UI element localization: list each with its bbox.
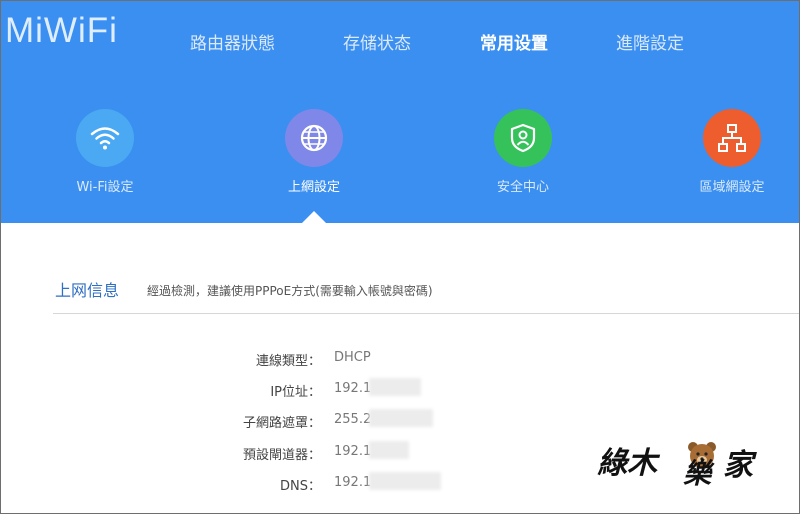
site-watermark-logo: 綠木 樂 家 [595,433,775,493]
tile-internet-settings[interactable]: 上網設定 [244,109,384,195]
tile-label: 上網設定 [287,180,340,195]
redaction-blur [369,472,441,490]
svg-text:樂: 樂 [683,457,715,490]
section-title: 上网信息 [55,281,120,300]
info-value: DHCP [334,350,371,365]
info-label: DNS： [280,479,321,494]
section-description: 經過檢測，建議使用PPPoE方式(需要輸入帳號與密碼) [147,284,433,298]
tile-label: 安全中心 [496,180,549,195]
globe-icon [285,109,343,167]
redaction-blur [369,409,433,427]
tile-label: Wi-Fi設定 [76,180,134,195]
shield-user-icon [494,109,552,167]
info-value: 192.1 [334,475,372,490]
active-tile-pointer [302,211,326,223]
tile-security-center[interactable]: 安全中心 [453,109,593,195]
info-value: 192.1 [334,381,372,396]
browser-frame: MiWiFi 路由器狀態 存储状态 常用设置 進階設定 Wi-Fi設定 上網設定… [0,0,800,514]
nav-advanced-settings[interactable]: 進階設定 [616,29,684,54]
svg-text:綠木: 綠木 [597,446,661,481]
info-label: IP位址： [270,385,321,400]
info-label: 預設閘道器： [242,448,321,463]
tile-lan-settings[interactable]: 區域網設定 [662,109,799,195]
miwifi-logo: MiWiFi [5,11,118,50]
nav-router-status[interactable]: 路由器狀態 [190,29,275,54]
tile-wifi-settings[interactable]: Wi-Fi設定 [35,109,175,195]
info-label: 子網路遮罩： [242,416,321,431]
svg-text:家: 家 [723,448,757,483]
nav-storage-status[interactable]: 存储状态 [343,29,411,54]
tile-label: 區域網設定 [699,180,765,195]
info-value: 255.2 [334,412,372,427]
divider [53,313,799,314]
header: MiWiFi 路由器狀態 存储状态 常用设置 進階設定 Wi-Fi設定 上網設定… [1,1,799,223]
network-icon [703,109,761,167]
wifi-icon [76,109,134,167]
info-label: 連線類型： [255,354,321,369]
nav-common-settings[interactable]: 常用设置 [480,29,548,54]
redaction-blur [369,441,409,459]
info-value: 192.1 [334,444,372,459]
redaction-blur [369,378,421,396]
